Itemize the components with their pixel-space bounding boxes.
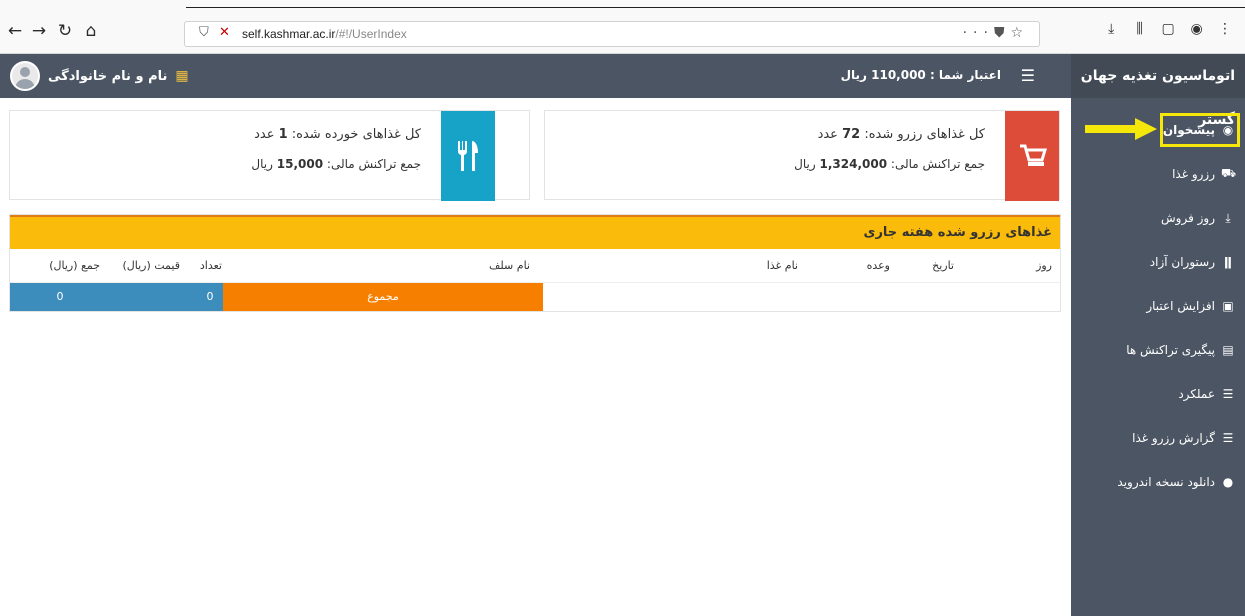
reserved-transaction-label: جمع تراکنش مالی: bbox=[890, 157, 985, 171]
column-total: جمع (ریال) bbox=[49, 259, 100, 272]
reserved-transaction-unit: ریال bbox=[794, 157, 816, 171]
file-icon: ▤ bbox=[1222, 343, 1234, 357]
eaten-count: کل غذاهای خورده شده: 1 عدد bbox=[254, 127, 421, 142]
reload-icon[interactable]: ↻ bbox=[54, 20, 76, 42]
sidebar-toggle-icon[interactable]: ▢ bbox=[1156, 21, 1180, 37]
browser-extensions: ⤓ ⫼ ▢ ◉ ⋮ bbox=[1099, 21, 1237, 37]
sidebar-item-label: عملکرد bbox=[1178, 387, 1215, 401]
cart-icon bbox=[1005, 111, 1059, 201]
sidebar-item-label: رزرو غذا bbox=[1172, 167, 1215, 181]
sidebar-item-performance[interactable]: عملکرد ☰ bbox=[1071, 372, 1245, 416]
tab-strip-line bbox=[186, 7, 1245, 8]
download-icon: ⤓ bbox=[1225, 210, 1231, 225]
sidebar-item-transactions[interactable]: پیگیری تراکنش ها ▤ bbox=[1071, 328, 1245, 372]
column-food-name: نام غذا bbox=[766, 259, 798, 272]
app-topbar: نام و نام خانوادگی ▦ اعتبار شما : 110,00… bbox=[0, 54, 1071, 98]
url-path: /#!/UserIndex bbox=[335, 27, 407, 41]
total-sum-cell: 0 bbox=[56, 290, 64, 303]
insecure-lock-icon[interactable]: ✕ bbox=[219, 25, 230, 40]
cutlery-icon: ǁ bbox=[1224, 255, 1232, 269]
downloads-icon[interactable]: ⤓ bbox=[1099, 21, 1123, 37]
url-text[interactable]: self.kashmar.ac.ir/#!/UserIndex bbox=[242, 27, 407, 41]
bookmark-star-icon[interactable]: ☆ bbox=[1010, 25, 1029, 41]
eaten-count-value: 1 bbox=[278, 127, 288, 142]
column-meal: وعده bbox=[866, 259, 890, 272]
total-count-cell: 0 bbox=[206, 290, 214, 303]
total-label-cell: مجموع bbox=[223, 283, 543, 311]
pocket-icon[interactable]: ⛊ bbox=[994, 25, 1011, 41]
sidebar-item-reserve-food[interactable]: رزرو غذا ⛟ bbox=[1071, 152, 1245, 196]
eaten-transaction-label: جمع تراکنش مالی: bbox=[326, 157, 421, 171]
page-actions-icon[interactable]: ··· bbox=[963, 25, 994, 41]
library-icon[interactable]: ⫼ bbox=[1128, 21, 1152, 37]
user-name[interactable]: نام و نام خانوادگی bbox=[48, 69, 167, 84]
eaten-transaction: جمع تراکنش مالی: 15,000 ریال bbox=[251, 157, 421, 171]
avatar[interactable] bbox=[10, 61, 40, 91]
report-icon: ☰ bbox=[1222, 431, 1234, 445]
user-menu[interactable]: نام و نام خانوادگی ▦ bbox=[10, 61, 189, 91]
brand-title: اتوماسیون تغذیه جهان گستر bbox=[1071, 54, 1245, 128]
sidebar-item-label: گزارش رزرو غذا bbox=[1132, 431, 1215, 445]
back-arrow-icon[interactable]: ← bbox=[4, 20, 26, 42]
address-bar[interactable]: ⛉ ✕ self.kashmar.ac.ir/#!/UserIndex ···⛊… bbox=[184, 21, 1040, 47]
sidebar-item-reserve-report[interactable]: گزارش رزرو غذا ☰ bbox=[1071, 416, 1245, 460]
eaten-transaction-unit: ریال bbox=[251, 157, 273, 171]
eaten-transaction-value: 15,000 bbox=[276, 157, 324, 171]
list-icon: ☰ bbox=[1222, 387, 1234, 401]
eaten-count-label: کل غذاهای خورده شده: bbox=[291, 127, 421, 142]
extension-icon[interactable]: ◉ bbox=[1185, 21, 1209, 37]
url-domain: self.kashmar.ac.ir bbox=[242, 27, 336, 41]
highlight-box bbox=[1160, 113, 1240, 147]
sidebar-item-label: رستوران آزاد bbox=[1149, 255, 1215, 269]
forward-arrow-icon[interactable]: → bbox=[28, 20, 50, 42]
sidebar-item-android-download[interactable]: دانلود نسخه اندروید ● bbox=[1071, 460, 1245, 504]
sidebar-item-increase-credit[interactable]: افزایش اعتبار ▣ bbox=[1071, 284, 1245, 328]
sidebar-item-label: روز فروش bbox=[1161, 211, 1215, 225]
home-icon[interactable]: ⌂ bbox=[80, 20, 102, 42]
overflow-menu-icon[interactable]: ⋮ bbox=[1213, 21, 1237, 37]
column-self-name: نام سلف bbox=[489, 259, 530, 272]
column-count: تعداد bbox=[199, 259, 222, 272]
sidebar-item-label: دانلود نسخه اندروید bbox=[1117, 475, 1215, 489]
reserved-foods-card: کل غذاهای رزرو شده: 72 عدد جمع تراکنش ما… bbox=[544, 110, 1060, 201]
column-date: تاریخ bbox=[932, 259, 954, 272]
credit-balance: اعتبار شما : 110,000 ریال bbox=[840, 68, 1001, 82]
reserved-transaction: جمع تراکنش مالی: 1,324,000 ریال bbox=[794, 157, 985, 171]
cart-icon: ⛟ bbox=[1221, 166, 1237, 180]
reserved-count: کل غذاهای رزرو شده: 72 عدد bbox=[818, 127, 985, 142]
eaten-count-unit: عدد bbox=[254, 127, 275, 142]
notification-icon[interactable]: ▦ bbox=[175, 68, 188, 84]
eaten-foods-card: کل غذاهای خورده شده: 1 عدد جمع تراکنش ما… bbox=[9, 110, 530, 201]
reserved-transaction-value: 1,324,000 bbox=[819, 157, 888, 171]
weekly-reserved-panel: غذاهای رزرو شده هفته جاری روز تاریخ وعده… bbox=[9, 214, 1061, 312]
reserved-count-unit: عدد bbox=[817, 127, 838, 142]
annotation-arrow-icon bbox=[1085, 118, 1157, 140]
panel-title: غذاهای رزرو شده هفته جاری bbox=[10, 215, 1060, 249]
shield-icon[interactable]: ⛉ bbox=[199, 25, 209, 40]
table-row: مجموع 0 0 bbox=[10, 283, 1060, 311]
column-price: قیمت (ریال) bbox=[122, 259, 180, 272]
reserved-count-value: 72 bbox=[842, 127, 861, 142]
table-header: روز تاریخ وعده نام غذا نام سلف تعداد قیم… bbox=[10, 249, 1060, 283]
android-icon: ● bbox=[1222, 475, 1234, 489]
sidebar-item-free-restaurant[interactable]: رستوران آزاد ǁ bbox=[1071, 240, 1245, 284]
hamburger-menu-icon[interactable]: ☰ bbox=[1021, 66, 1035, 85]
sidebar-item-label: افزایش اعتبار bbox=[1146, 299, 1215, 313]
column-day: روز bbox=[1036, 259, 1052, 272]
cutlery-icon bbox=[441, 111, 495, 201]
sidebar-item-sale-day[interactable]: روز فروش ⤓ bbox=[1071, 196, 1245, 240]
reserved-count-label: کل غذاهای رزرو شده: bbox=[864, 127, 985, 142]
sidebar-item-label: پیگیری تراکنش ها bbox=[1126, 343, 1215, 357]
browser-toolbar: ← → ↻ ⌂ ⛉ ✕ self.kashmar.ac.ir/#!/UserIn… bbox=[0, 0, 1245, 54]
money-icon: ▣ bbox=[1222, 299, 1234, 313]
